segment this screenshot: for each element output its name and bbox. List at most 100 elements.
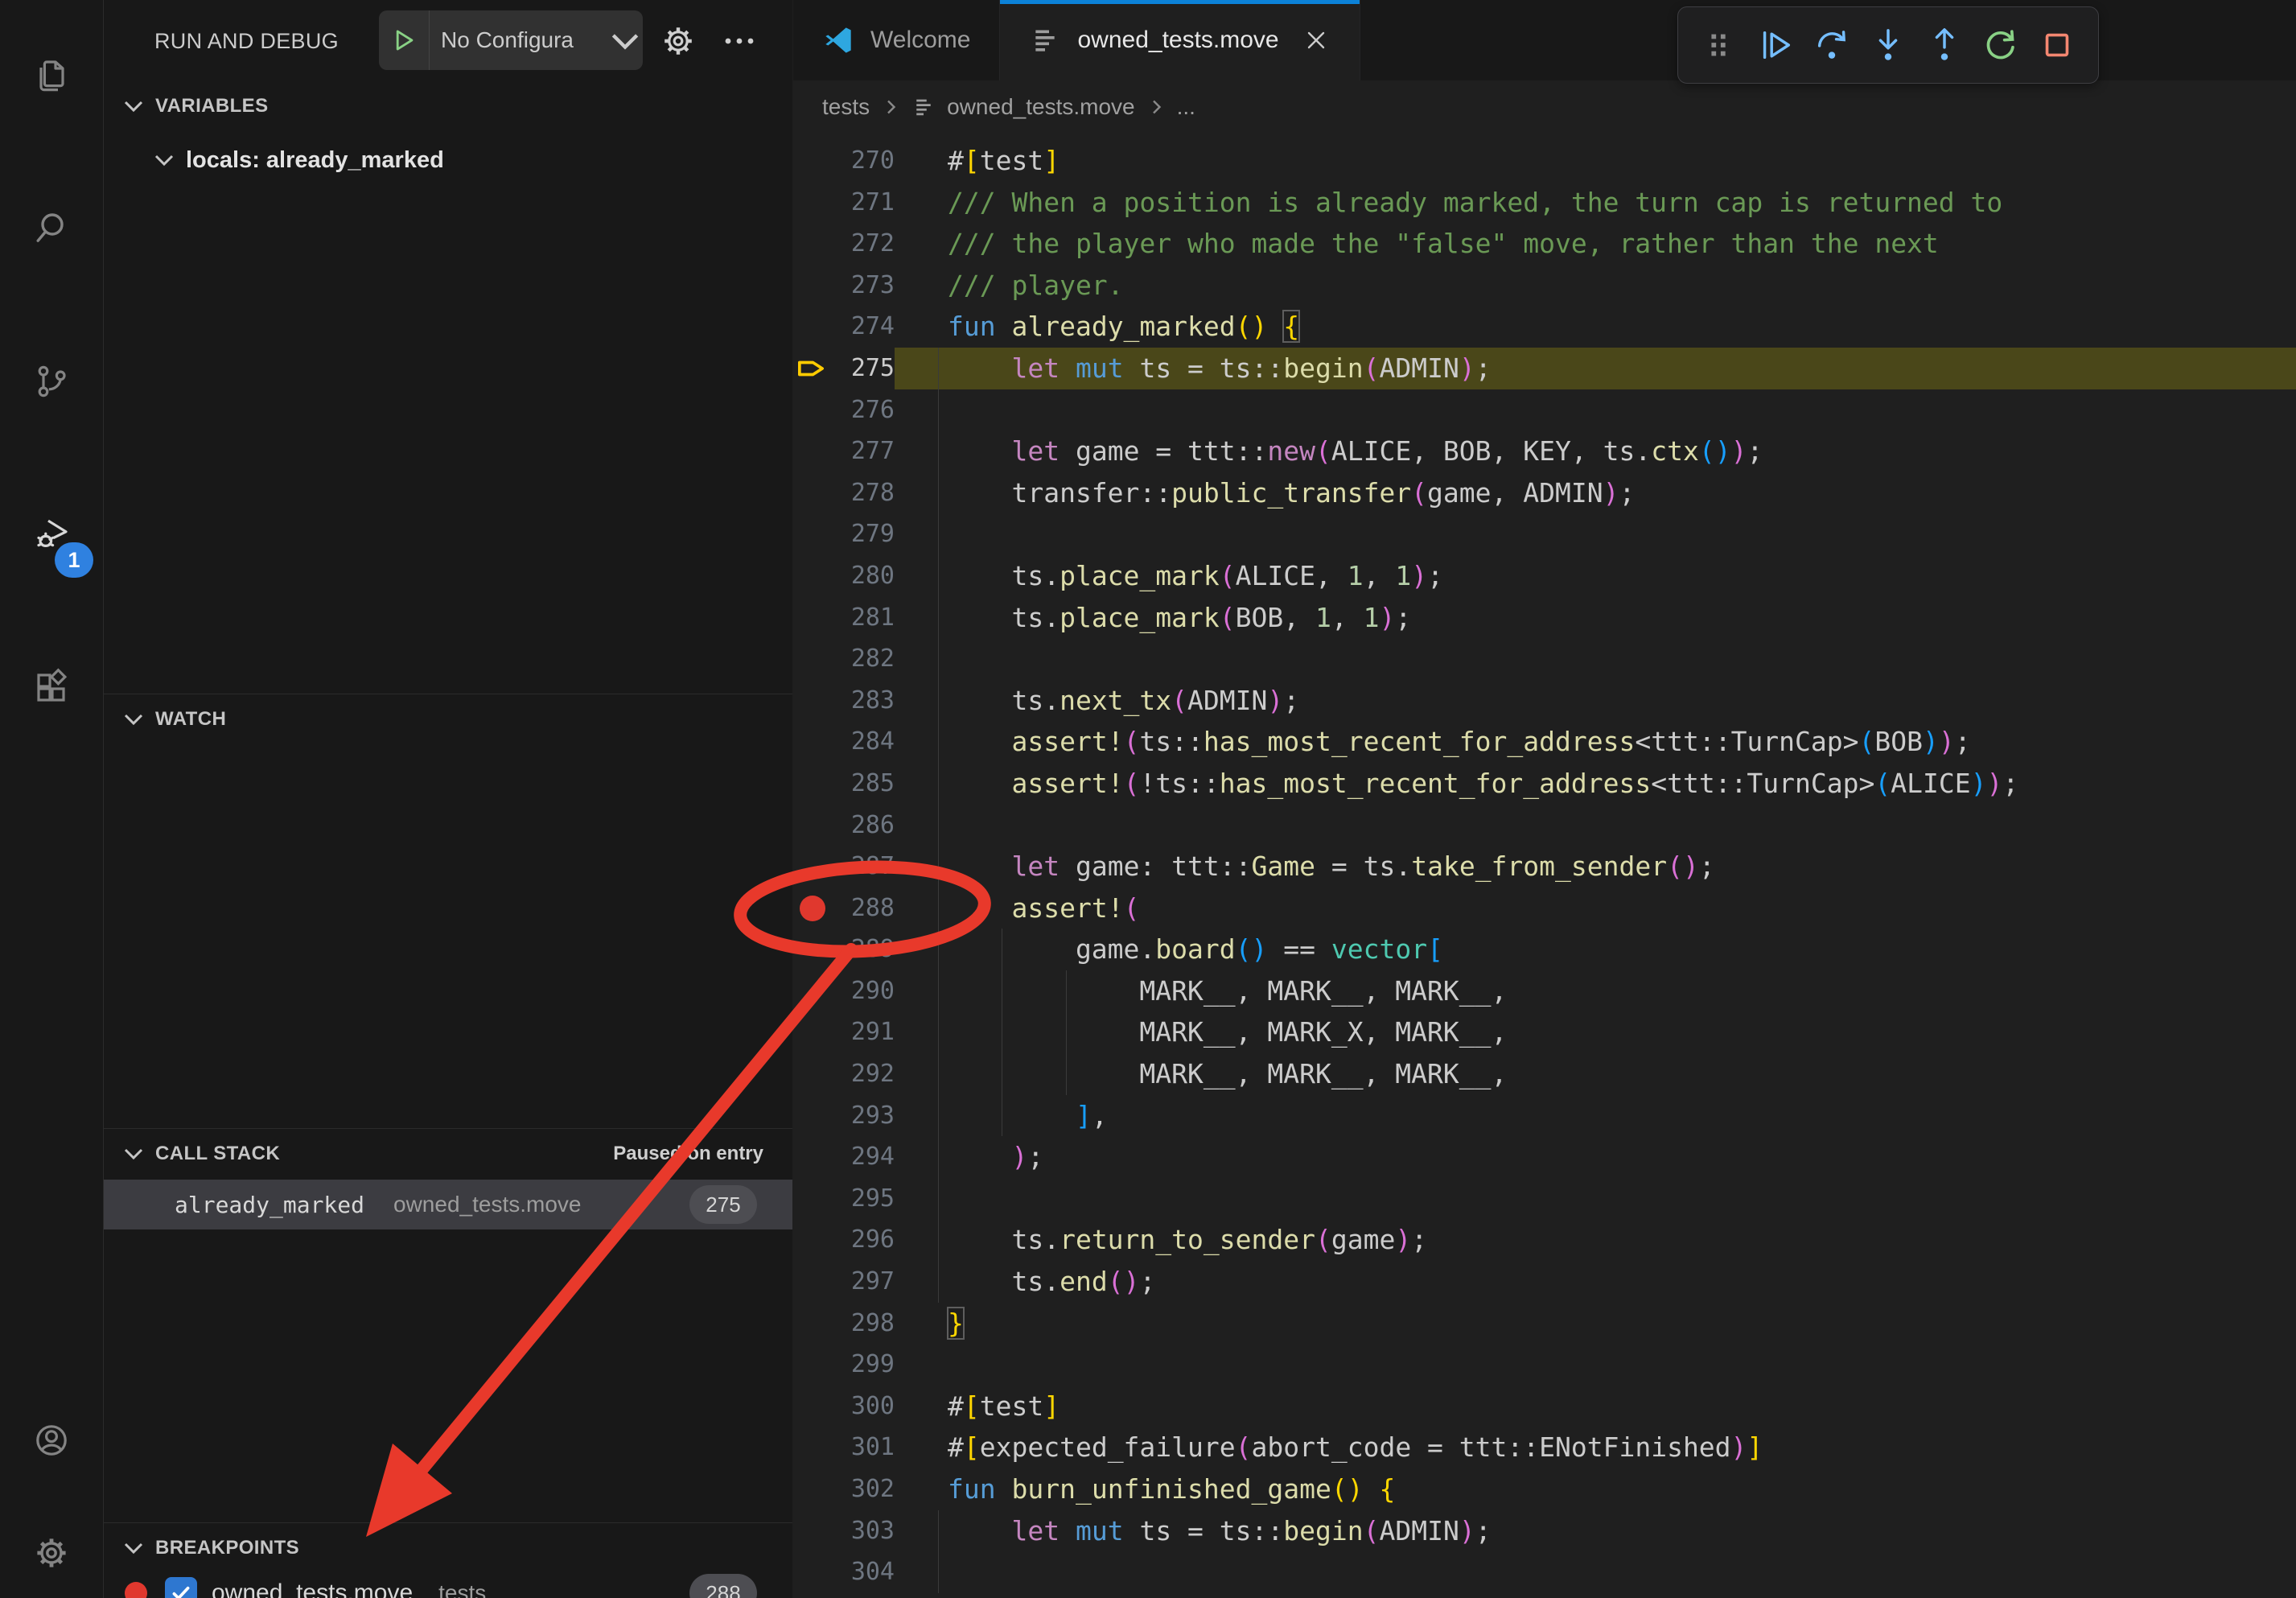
line-number[interactable]: 279 xyxy=(830,513,895,555)
start-debugging-icon[interactable] xyxy=(379,10,430,70)
debug-config-dropdown[interactable]: No Configura xyxy=(379,10,643,70)
code-line[interactable]: 270#[test] xyxy=(793,140,2296,182)
line-number[interactable]: 277 xyxy=(830,430,895,472)
line-number[interactable]: 284 xyxy=(830,721,895,763)
breakpoint-gutter[interactable] xyxy=(793,223,830,265)
line-number[interactable]: 291 xyxy=(830,1011,895,1053)
step-over-button[interactable] xyxy=(1813,27,1850,64)
breakpoint-gutter[interactable] xyxy=(793,140,830,182)
code-line[interactable]: 288 assert!( xyxy=(793,888,2296,929)
code-line[interactable]: 300#[test] xyxy=(793,1386,2296,1427)
line-number[interactable]: 274 xyxy=(830,306,895,348)
code-line[interactable]: 286 xyxy=(793,805,2296,846)
line-number[interactable]: 287 xyxy=(830,846,895,888)
breakpoint-gutter[interactable] xyxy=(793,1219,830,1261)
line-number[interactable]: 295 xyxy=(830,1178,895,1220)
account-icon[interactable] xyxy=(32,1421,71,1460)
breakpoint-gutter[interactable] xyxy=(793,597,830,639)
line-number[interactable]: 297 xyxy=(830,1261,895,1303)
code-line[interactable]: 278 transfer::public_transfer(game, ADMI… xyxy=(793,472,2296,514)
breakpoint-gutter[interactable] xyxy=(793,1468,830,1510)
breakpoint-gutter[interactable] xyxy=(793,182,830,224)
breakpoint-gutter-dot[interactable] xyxy=(793,888,830,929)
breakpoint-gutter[interactable] xyxy=(793,265,830,307)
tab-welcome[interactable]: Welcome xyxy=(793,0,1000,80)
breakpoint-gutter[interactable] xyxy=(793,555,830,597)
code-line[interactable]: 271/// When a position is already marked… xyxy=(793,182,2296,224)
more-actions-icon[interactable] xyxy=(720,22,759,60)
line-number[interactable]: 270 xyxy=(830,140,895,182)
breakpoint-checkbox[interactable] xyxy=(165,1577,197,1598)
code-line[interactable]: 279 xyxy=(793,513,2296,555)
code-line[interactable]: 301#[expected_failure(abort_code = ttt::… xyxy=(793,1427,2296,1468)
code-line[interactable]: 274fun already_marked() { xyxy=(793,306,2296,348)
restart-button[interactable] xyxy=(1982,27,2019,64)
breakpoint-gutter[interactable] xyxy=(793,1011,830,1053)
code-line[interactable]: 296 ts.return_to_sender(game); xyxy=(793,1219,2296,1261)
line-number[interactable]: 298 xyxy=(830,1303,895,1345)
code-line[interactable]: 284 assert!(ts::has_most_recent_for_addr… xyxy=(793,721,2296,763)
line-number[interactable]: 292 xyxy=(830,1053,895,1095)
code-line[interactable]: 297 ts.end(); xyxy=(793,1261,2296,1303)
code-line[interactable]: 302fun burn_unfinished_game() { xyxy=(793,1468,2296,1510)
line-number[interactable]: 271 xyxy=(830,182,895,224)
line-number[interactable]: 293 xyxy=(830,1095,895,1137)
breadcrumb-item-symbol[interactable]: ... xyxy=(1177,94,1195,120)
line-number[interactable]: 285 xyxy=(830,763,895,805)
breakpoint-gutter[interactable] xyxy=(793,348,830,389)
breakpoint-gutter[interactable] xyxy=(793,1427,830,1468)
code-line[interactable]: 291 MARK__, MARK_X, MARK__, xyxy=(793,1011,2296,1053)
breakpoint-gutter[interactable] xyxy=(793,472,830,514)
line-number[interactable]: 301 xyxy=(830,1427,895,1468)
extensions-icon[interactable] xyxy=(32,668,71,706)
code-line[interactable]: 281 ts.place_mark(BOB, 1, 1); xyxy=(793,597,2296,639)
section-watch[interactable]: WATCH xyxy=(104,697,792,742)
line-number[interactable]: 294 xyxy=(830,1136,895,1178)
line-number[interactable]: 273 xyxy=(830,265,895,307)
breakpoint-row[interactable]: owned_tests.move tests 288 xyxy=(104,1569,792,1598)
line-number[interactable]: 289 xyxy=(830,929,895,970)
code-line[interactable]: 275 let mut ts = ts::begin(ADMIN); xyxy=(793,348,2296,389)
code-area[interactable]: 270#[test]271/// When a position is alre… xyxy=(793,134,2296,1598)
breakpoint-gutter[interactable] xyxy=(793,1178,830,1220)
line-number[interactable]: 278 xyxy=(830,472,895,514)
line-number[interactable]: 290 xyxy=(830,970,895,1012)
step-out-button[interactable] xyxy=(1926,27,1963,64)
explorer-icon[interactable] xyxy=(32,56,71,95)
code-line[interactable]: 299 xyxy=(793,1344,2296,1386)
line-number[interactable]: 299 xyxy=(830,1344,895,1386)
code-line[interactable]: 276 xyxy=(793,389,2296,431)
code-line[interactable]: 282 xyxy=(793,638,2296,680)
code-line[interactable]: 304 xyxy=(793,1551,2296,1593)
breakpoint-gutter[interactable] xyxy=(793,1095,830,1137)
line-number[interactable]: 286 xyxy=(830,805,895,846)
breakpoint-gutter[interactable] xyxy=(793,1510,830,1552)
line-number[interactable]: 280 xyxy=(830,555,895,597)
breakpoint-gutter[interactable] xyxy=(793,763,830,805)
step-into-button[interactable] xyxy=(1870,27,1907,64)
code-line[interactable]: 280 ts.place_mark(ALICE, 1, 1); xyxy=(793,555,2296,597)
line-number[interactable]: 288 xyxy=(830,888,895,929)
breakpoint-gutter[interactable] xyxy=(793,721,830,763)
tab-owned-tests-move[interactable]: owned_tests.move xyxy=(1000,0,1360,80)
code-line[interactable]: 298} xyxy=(793,1303,2296,1345)
breakpoint-gutter[interactable] xyxy=(793,1551,830,1593)
breakpoint-gutter[interactable] xyxy=(793,846,830,888)
continue-button[interactable] xyxy=(1757,27,1794,64)
launch-settings-gear-icon[interactable] xyxy=(659,22,697,60)
code-line[interactable]: 277 let game = ttt::new(ALICE, BOB, KEY,… xyxy=(793,430,2296,472)
code-line[interactable]: 273/// player. xyxy=(793,265,2296,307)
search-icon[interactable] xyxy=(32,209,71,248)
section-breakpoints[interactable]: BREAKPOINTS xyxy=(104,1526,792,1571)
code-line[interactable]: 272/// the player who made the "false" m… xyxy=(793,223,2296,265)
settings-gear-icon[interactable] xyxy=(32,1534,71,1572)
line-number[interactable]: 275 xyxy=(830,348,895,389)
stack-frame-row[interactable]: already_marked owned_tests.move 275 xyxy=(104,1180,792,1229)
line-number[interactable]: 281 xyxy=(830,597,895,639)
breakpoint-gutter[interactable] xyxy=(793,1386,830,1427)
code-line[interactable]: 294 ); xyxy=(793,1136,2296,1178)
stop-button[interactable] xyxy=(2039,27,2076,64)
source-control-icon[interactable] xyxy=(32,362,71,401)
breakpoint-gutter[interactable] xyxy=(793,1136,830,1178)
code-line[interactable]: 289 game.board() == vector[ xyxy=(793,929,2296,970)
